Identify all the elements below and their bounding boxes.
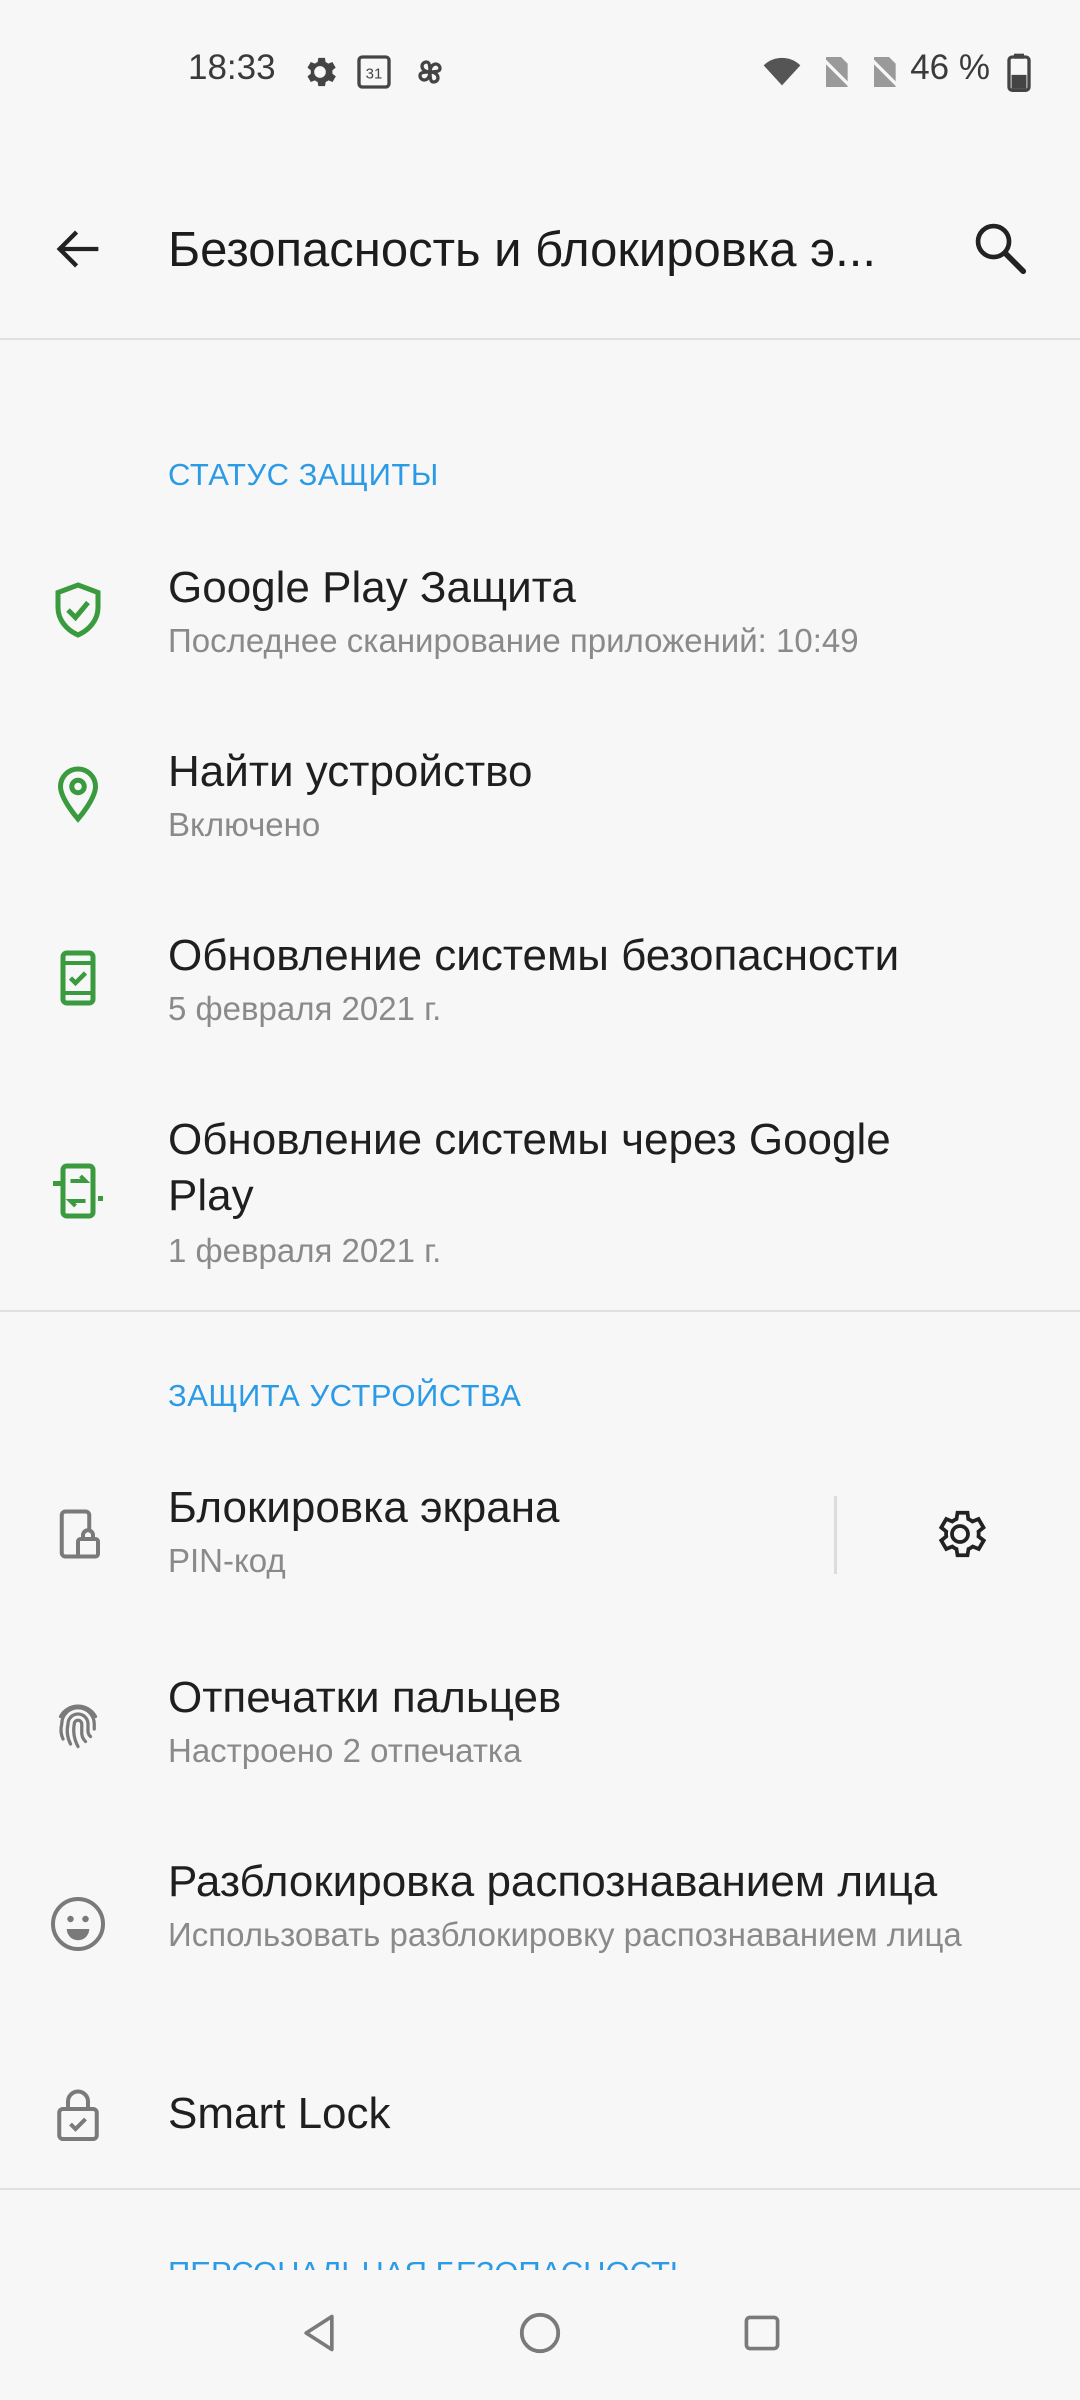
phone-update-icon (53, 1163, 103, 1219)
item-subtitle: 1 февраля 2021 г. (168, 1232, 442, 1269)
item-subtitle: PIN-код (168, 1542, 286, 1579)
item-title: Обновление системы через Google Play (168, 1115, 891, 1220)
triangle-back-icon (304, 2314, 334, 2352)
item-title: Smart Lock (168, 2089, 391, 2138)
shield-check-icon (55, 582, 101, 638)
divider (0, 1310, 1080, 1312)
list-item-fingerprints[interactable]: Отпечатки пальцев Настроено 2 отпечатка (0, 1650, 1080, 1800)
battery-percent: 46 % (910, 48, 990, 87)
location-pin-icon (57, 766, 99, 823)
list-item-google-play-protect[interactable]: Google Play Защита Последнее сканировани… (0, 540, 1080, 690)
pinwheel-status-icon (418, 60, 442, 84)
item-title: Разблокировка распознаванием лица (168, 1857, 938, 1906)
item-title: Блокировка экрана (168, 1483, 560, 1532)
page-title: Безопасность и блокировка э... (168, 223, 876, 277)
list-item-security-update[interactable]: Обновление системы безопасности 5 феврал… (0, 908, 1080, 1058)
arrow-back-icon (56, 230, 99, 268)
search-icon (975, 223, 1027, 275)
fingerprint-icon (58, 1704, 98, 1749)
list-item-find-device[interactable]: Найти устройство Включено (0, 724, 1080, 874)
square-recents-icon (744, 2315, 780, 2351)
gear-icon (938, 1510, 987, 1558)
face-icon (51, 1897, 105, 1951)
back-button[interactable] (40, 210, 118, 288)
item-subtitle: 5 февраля 2021 г. (168, 990, 442, 1027)
nav-home-button[interactable] (505, 2298, 575, 2368)
wifi-icon (763, 57, 801, 86)
section-header-protection-status: СТАТУС ЗАЩИТЫ (168, 457, 439, 492)
section-header-device-protection: ЗАЩИТА УСТРОЙСТВА (168, 1378, 522, 1413)
list-item-smart-lock[interactable]: Smart Lock (0, 2060, 1080, 2170)
item-title: Google Play Защита (168, 563, 576, 612)
item-subtitle: Включено (168, 806, 321, 843)
item-title: Отпечатки пальцев (168, 1673, 562, 1722)
nav-recents-button[interactable] (727, 2298, 797, 2368)
screen-lock-settings-button[interactable] (924, 1498, 996, 1570)
calendar-status-icon: 31 (357, 55, 391, 89)
lock-check-icon (57, 2089, 99, 2141)
no-sim-icon (869, 57, 901, 89)
phone-lock-icon (59, 1509, 100, 1559)
item-subtitle: Настроено 2 отпечатка (168, 1732, 522, 1769)
no-sim-icon (821, 57, 853, 89)
app-bar: Безопасность и блокировка э... (0, 170, 1080, 340)
divider (0, 338, 1080, 340)
item-title: Найти устройство (168, 747, 533, 796)
phone-check-icon (60, 950, 96, 1006)
status-time: 18:33 (188, 48, 276, 87)
list-item-google-play-update[interactable]: Обновление системы через Google Play 1 ф… (0, 1092, 1080, 1302)
list-item-screen-lock[interactable]: Блокировка экрана PIN-код (0, 1460, 1080, 1610)
item-subtitle: Последнее сканирование приложений: 10:49 (168, 622, 859, 659)
list-item-face-unlock[interactable]: Разблокировка распознаванием лица Исполь… (0, 1834, 1080, 2014)
navigation-bar (0, 2270, 1080, 2400)
svg-text:31: 31 (366, 66, 383, 83)
circle-home-icon (519, 2312, 561, 2354)
item-subtitle: Использовать разблокировку распознавание… (168, 1916, 962, 1953)
settings-status-icon (307, 57, 336, 87)
nav-back-button[interactable] (284, 2298, 354, 2368)
vertical-separator (834, 1496, 837, 1574)
divider (0, 2188, 1080, 2190)
battery-icon (1007, 53, 1031, 92)
search-button[interactable] (960, 208, 1040, 288)
item-title: Обновление системы безопасности (168, 931, 900, 980)
